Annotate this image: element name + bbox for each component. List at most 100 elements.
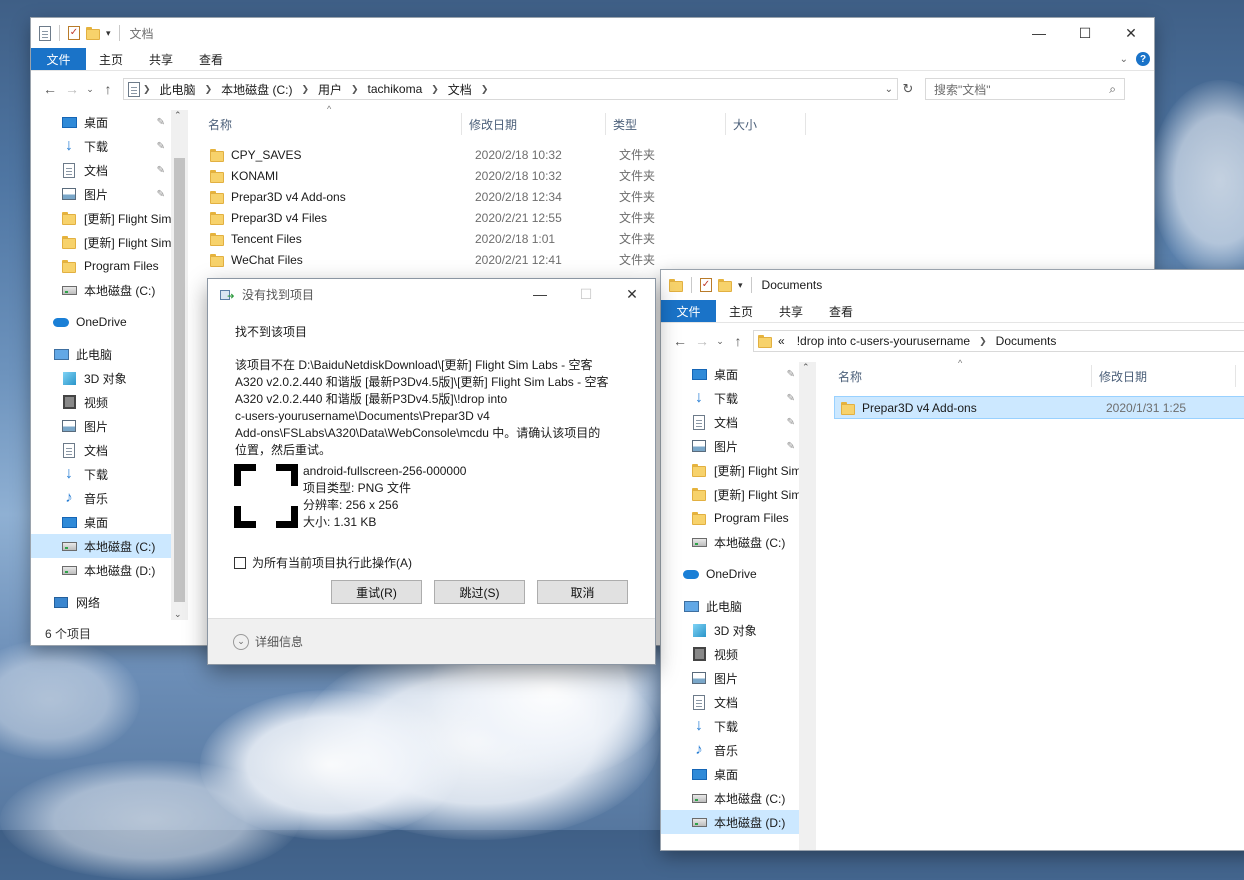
checklist-icon[interactable]: ✓ — [700, 278, 712, 292]
maximize-button[interactable]: ☐ — [1062, 18, 1108, 48]
nav-item[interactable]: 桌面 ✎ — [661, 362, 801, 386]
tab-share[interactable]: 共享 — [136, 48, 186, 70]
pin-icon[interactable]: ✎ — [157, 141, 165, 152]
file-row[interactable]: CPY_SAVES 2020/2/18 10:32 文件夹 — [204, 144, 732, 165]
nav-item[interactable]: 图片 — [31, 414, 171, 438]
chevron-right-icon[interactable]: ❯ — [478, 84, 492, 95]
nav-item[interactable]: 桌面 — [661, 762, 801, 786]
nav-item[interactable]: [更新] Flight Sim — [661, 482, 801, 506]
nav-item[interactable]: [更新] Flight Sim — [31, 206, 171, 230]
file-row[interactable]: KONAMI 2020/2/18 10:32 文件夹 — [204, 165, 732, 186]
nav-item[interactable]: 此电脑 — [31, 342, 171, 366]
nav-item[interactable]: Program Files — [661, 506, 801, 530]
column-type[interactable]: 类型 — [606, 113, 726, 135]
retry-button[interactable]: 重试(R) — [331, 580, 422, 604]
file-row[interactable]: Prepar3D v4 Add-ons 2020/1/31 1:25 — [834, 396, 1244, 419]
pin-icon[interactable]: ✎ — [157, 117, 165, 128]
nav-item[interactable]: 本地磁盘 (C:) — [661, 786, 801, 810]
nav-item[interactable]: 图片 ✎ — [661, 434, 801, 458]
nav-item[interactable]: 本地磁盘 (D:) — [31, 558, 171, 582]
chevron-right-icon[interactable]: ❯ — [140, 84, 154, 95]
nav-item[interactable]: [更新] Flight Sim — [661, 458, 801, 482]
file-row[interactable]: Prepar3D v4 Add-ons 2020/2/18 12:34 文件夹 — [204, 186, 732, 207]
chevron-right-icon[interactable]: ❯ — [298, 84, 312, 95]
pin-icon[interactable]: ✎ — [157, 165, 165, 176]
nav-item[interactable]: OneDrive — [31, 310, 171, 334]
nav-item[interactable]: ♪ 音乐 — [31, 486, 171, 510]
apply-to-all-label[interactable]: 为所有当前项目执行此操作(A) — [252, 554, 412, 571]
nav-scrollbar[interactable]: ⌃ — [799, 362, 816, 850]
nav-item[interactable]: 本地磁盘 (D:) — [661, 810, 801, 834]
pin-icon[interactable]: ✎ — [787, 369, 795, 380]
checklist-icon[interactable]: ✓ — [68, 26, 80, 40]
breadcrumb-item[interactable]: !drop into c-users-yourusername — [791, 334, 976, 348]
nav-item[interactable]: 视频 — [661, 642, 801, 666]
search-input[interactable]: 搜索"文档" ⌕ — [925, 78, 1125, 100]
nav-item[interactable]: 文档 ✎ — [661, 410, 801, 434]
nav-item[interactable]: 视频 — [31, 390, 171, 414]
nav-item[interactable]: 网络 — [31, 590, 171, 614]
close-button[interactable]: ✕ — [609, 279, 655, 309]
breadcrumb-item[interactable]: 本地磁盘 (C:) — [215, 81, 298, 98]
nav-item[interactable]: ↓ 下载 ✎ — [661, 386, 801, 410]
expand-ribbon-icon[interactable]: ⌄ — [1120, 54, 1128, 65]
chevron-right-icon[interactable]: ❯ — [348, 84, 362, 95]
column-modified[interactable]: 修改日期 — [1092, 365, 1236, 387]
tab-view[interactable]: 查看 — [186, 48, 236, 70]
nav-item[interactable]: ↓ 下载 — [31, 462, 171, 486]
expand-details-icon[interactable]: ⌄ — [233, 633, 249, 650]
apply-to-all-checkbox[interactable] — [234, 556, 246, 569]
nav-item[interactable]: 文档 ✎ — [31, 158, 171, 182]
scrollbar-thumb[interactable] — [174, 158, 185, 602]
up-button[interactable]: ↑ — [97, 81, 119, 97]
breadcrumb-item[interactable]: 用户 — [312, 81, 348, 98]
tab-home[interactable]: 主页 — [716, 300, 766, 322]
file-row[interactable]: WeChat Files 2020/2/21 12:41 文件夹 — [204, 249, 732, 270]
nav-item[interactable]: 此电脑 — [661, 594, 801, 618]
breadcrumb-item[interactable]: 文档 — [442, 81, 478, 98]
address-bar[interactable]: « !drop into c-users-yourusername ❯ Docu… — [753, 330, 1244, 352]
nav-item[interactable]: OneDrive — [661, 562, 801, 586]
pin-icon[interactable]: ✎ — [157, 189, 165, 200]
tab-file[interactable]: 文件 — [661, 300, 716, 322]
column-modified[interactable]: 修改日期 — [462, 113, 606, 135]
recent-dropdown-icon[interactable]: ⌄ — [713, 336, 727, 347]
scroll-up-icon[interactable]: ⌃ — [174, 110, 182, 121]
forward-button[interactable]: → — [61, 81, 83, 97]
nav-item[interactable]: 桌面 — [31, 510, 171, 534]
back-button[interactable]: ← — [669, 333, 691, 349]
quick-access-dropdown-icon[interactable]: ▾ — [106, 28, 111, 39]
tab-file[interactable]: 文件 — [31, 48, 86, 70]
properties-icon[interactable] — [39, 25, 51, 41]
nav-item[interactable]: 图片 — [661, 666, 801, 690]
pin-icon[interactable]: ✎ — [787, 417, 795, 428]
column-size[interactable]: 大小 — [726, 113, 806, 135]
up-button[interactable]: ↑ — [727, 333, 749, 349]
nav-item[interactable]: 本地磁盘 (C:) — [661, 530, 801, 554]
pin-icon[interactable]: ✎ — [787, 393, 795, 404]
chevron-right-icon[interactable]: ❯ — [976, 336, 990, 347]
scroll-up-icon[interactable]: ⌃ — [802, 362, 810, 373]
recent-dropdown-icon[interactable]: ⌄ — [83, 84, 97, 95]
nav-item[interactable]: 3D 对象 — [661, 618, 801, 642]
close-button[interactable]: ✕ — [1108, 18, 1154, 48]
help-icon[interactable]: ? — [1136, 52, 1150, 66]
scroll-down-icon[interactable]: ⌄ — [174, 609, 182, 620]
new-folder-icon[interactable] — [718, 278, 732, 292]
nav-item[interactable]: 图片 ✎ — [31, 182, 171, 206]
breadcrumb-overflow[interactable]: « — [772, 334, 791, 348]
new-folder-icon[interactable] — [86, 26, 100, 40]
nav-item[interactable]: ↓ 下载 — [661, 714, 801, 738]
nav-item[interactable]: 本地磁盘 (C:) — [31, 278, 171, 302]
tab-home[interactable]: 主页 — [86, 48, 136, 70]
breadcrumb-item[interactable]: tachikoma — [362, 82, 429, 96]
breadcrumb-item[interactable]: 此电脑 — [154, 81, 202, 98]
minimize-button[interactable]: — — [517, 279, 563, 309]
forward-button[interactable]: → — [691, 333, 713, 349]
tab-share[interactable]: 共享 — [766, 300, 816, 322]
file-row[interactable]: Prepar3D v4 Files 2020/2/21 12:55 文件夹 — [204, 207, 732, 228]
column-name[interactable]: 名称 — [201, 113, 462, 135]
pin-icon[interactable]: ✎ — [787, 441, 795, 452]
nav-item[interactable]: 文档 — [31, 438, 171, 462]
nav-item[interactable]: 桌面 ✎ — [31, 110, 171, 134]
